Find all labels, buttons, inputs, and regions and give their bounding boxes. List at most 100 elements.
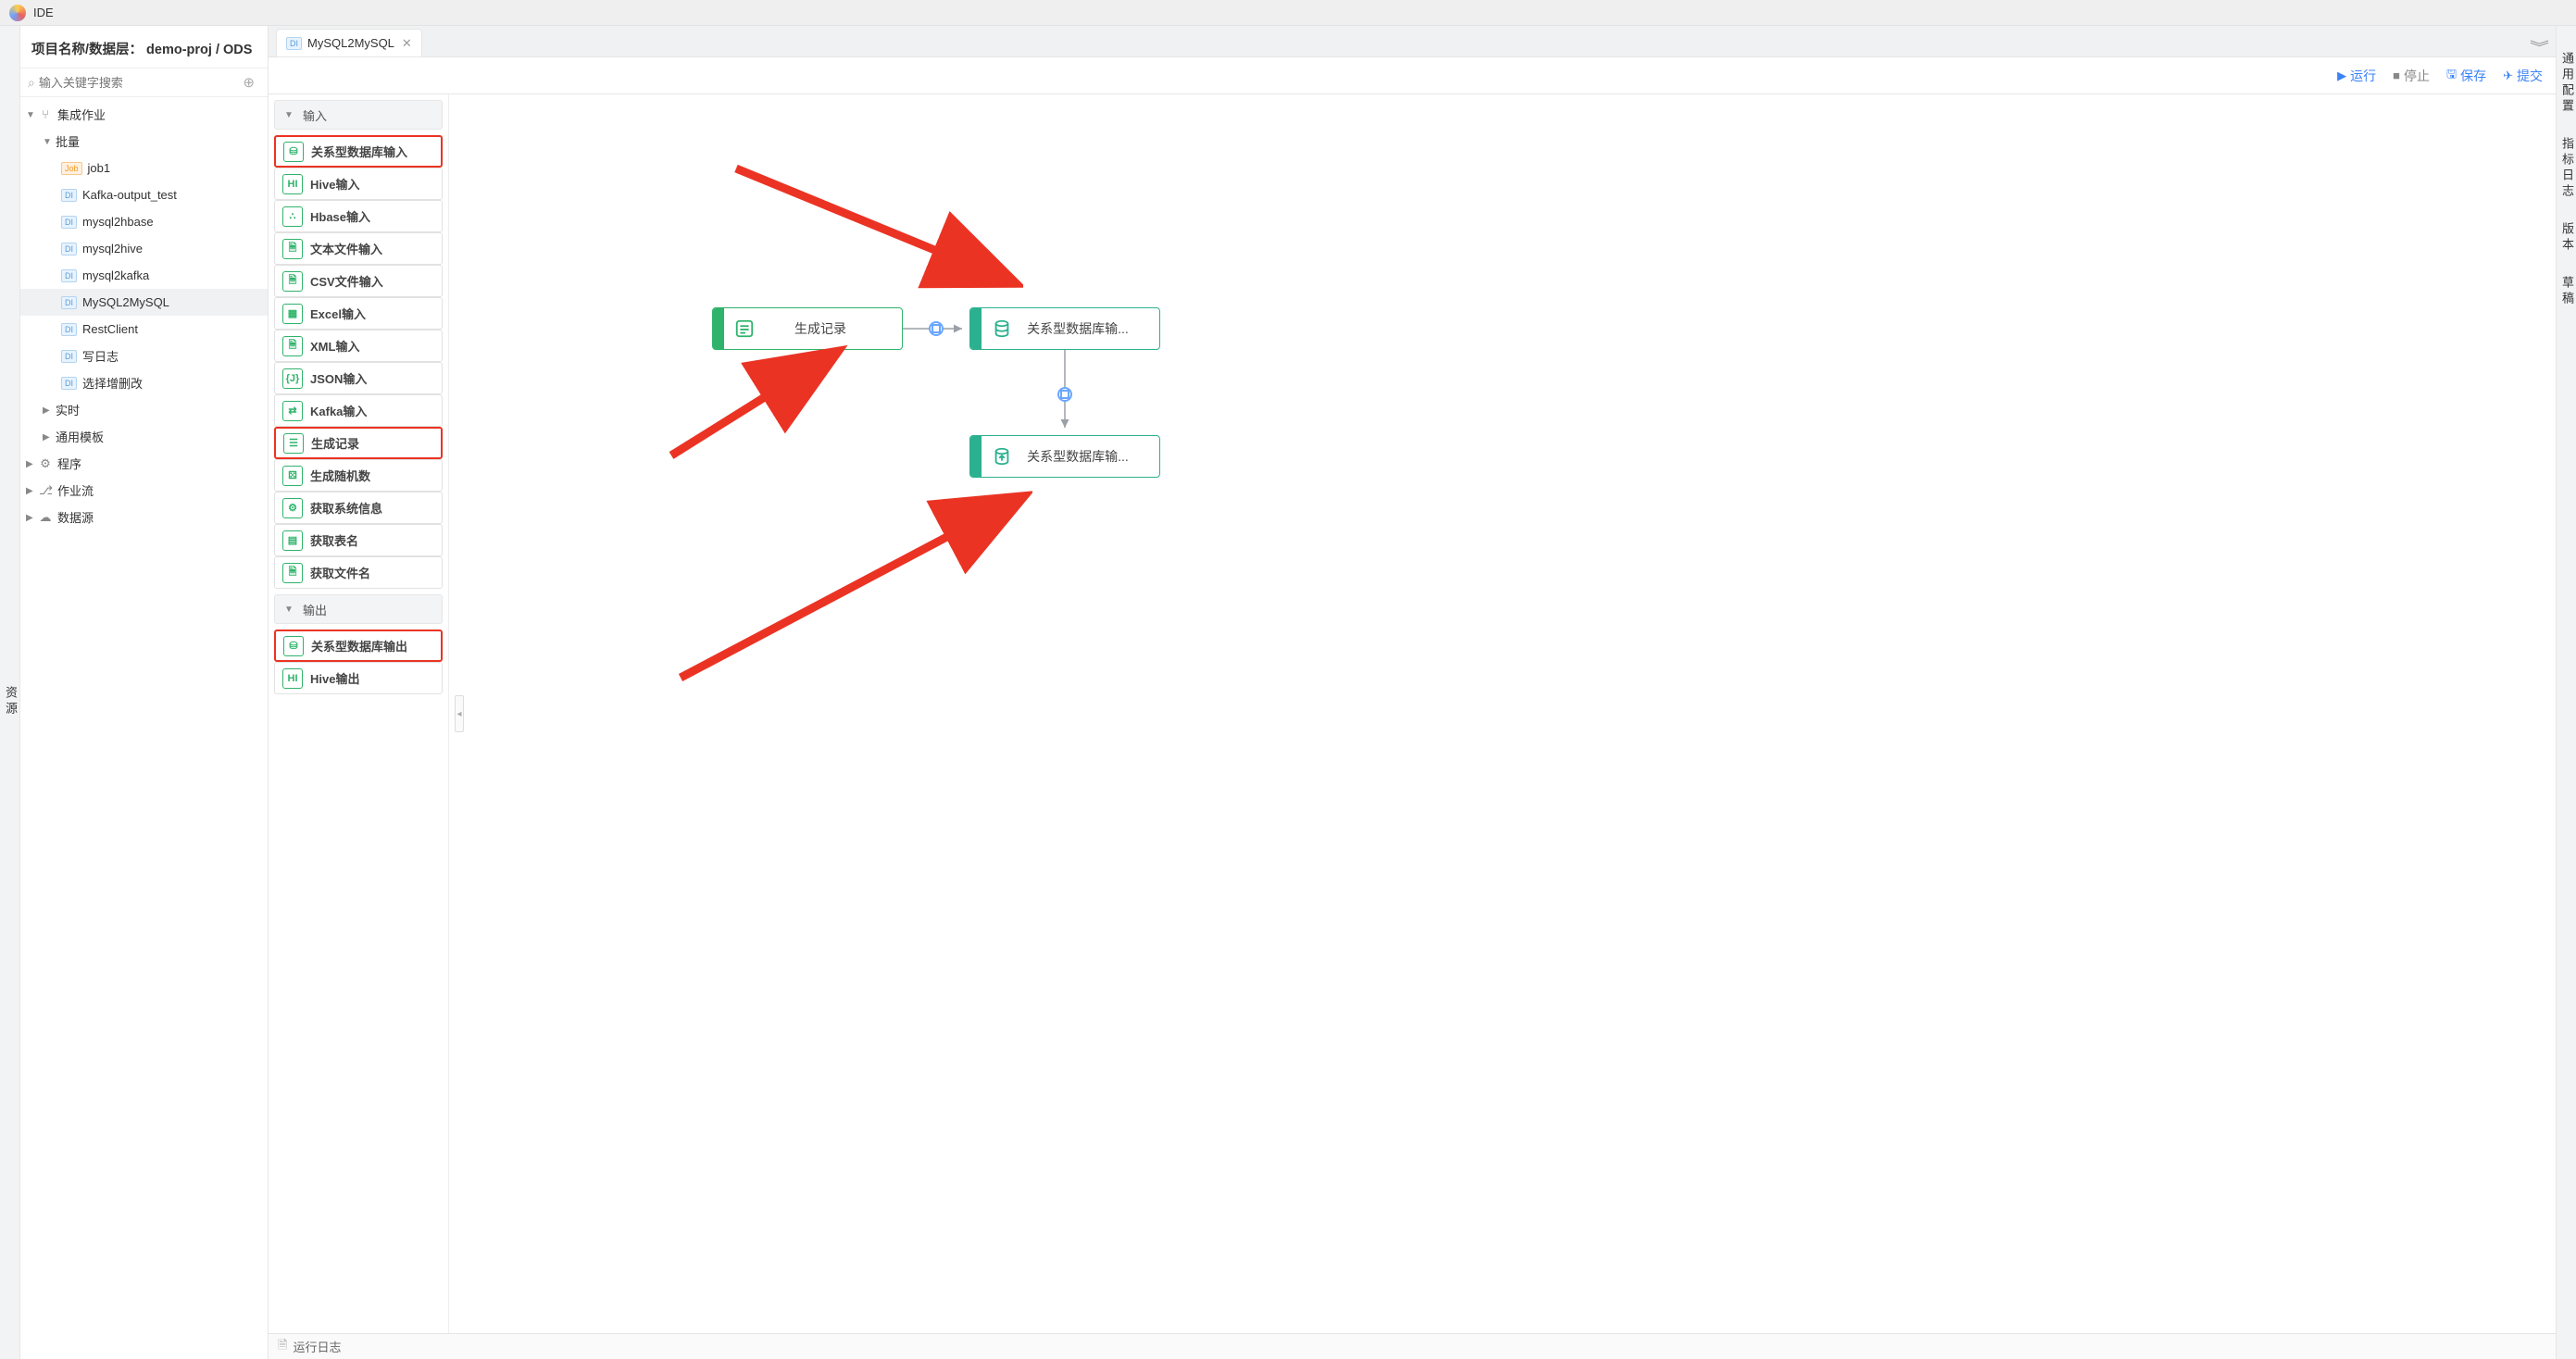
right-rail-item-label: 版本: [2560, 222, 2574, 254]
file-icon: 🗎: [282, 271, 303, 292]
palette-item-label: Hive输入: [310, 175, 359, 193]
tree-item-label: mysql2hbase: [82, 215, 154, 229]
annotation-arrow-3: [634, 446, 1032, 687]
submit-button[interactable]: ✈提交: [2503, 67, 2543, 85]
flow-node-generate-records[interactable]: 生成记录: [712, 307, 903, 350]
tree-item-restclient[interactable]: DIRestClient: [20, 316, 268, 343]
palette-item[interactable]: ▦Excel输入: [274, 297, 443, 330]
caret-down-icon: ▼: [284, 605, 294, 614]
tree-item-label: 写日志: [82, 347, 119, 365]
flow-icon: ⎇: [39, 483, 52, 498]
palette-collapse-handle[interactable]: ◂: [455, 695, 464, 732]
palette-group-output-label: 输出: [303, 601, 327, 618]
tree-item-mysql2hbase[interactable]: DI mysql2hbase: [20, 208, 268, 235]
tree-root-label: 集成作业: [57, 106, 106, 123]
bottom-bar-label: 运行日志: [293, 1338, 341, 1355]
palette-item[interactable]: ▤获取表名: [274, 524, 443, 556]
flow-node-db-output[interactable]: 关系型数据库输...: [969, 435, 1160, 478]
palette-item[interactable]: 🗎获取文件名: [274, 556, 443, 589]
search-row: ⌕ ⊕: [20, 69, 268, 97]
palette-item-label: XML输入: [310, 337, 359, 355]
badge-icon: DI: [61, 216, 77, 229]
tree-item-选择增删改[interactable]: DI选择增删改: [20, 369, 268, 396]
tree-item-写日志[interactable]: DI写日志: [20, 343, 268, 369]
left-rail-label: 资源: [4, 686, 18, 717]
tree-root-integration[interactable]: ▼ ⑂ 集成作业: [20, 101, 268, 128]
tree-group-realtime[interactable]: ▶ 实时: [20, 396, 268, 423]
hop-icon[interactable]: [929, 321, 944, 336]
palette-item-label: 获取文件名: [310, 564, 370, 581]
hop-icon[interactable]: [1057, 387, 1072, 402]
tree-item-mysql2kafka[interactable]: DImysql2kafka: [20, 262, 268, 289]
titlebar: IDE: [0, 0, 2576, 26]
right-rail-version[interactable]: 版本: [2557, 222, 2576, 254]
palette-item-label: 获取系统信息: [310, 499, 382, 517]
palette-item[interactable]: ⛁关系型数据库输入: [274, 135, 443, 168]
tree-item-label: mysql2hive: [82, 242, 143, 256]
right-rail-general-config[interactable]: 通用配置: [2557, 52, 2576, 115]
add-button[interactable]: ⊕: [237, 74, 260, 91]
database-up-icon: [985, 446, 1019, 467]
run-button[interactable]: ▶运行: [2337, 67, 2376, 85]
palette-item[interactable]: ☰生成记录: [274, 427, 443, 459]
caret-right-icon: ▶: [26, 513, 35, 522]
palette-group-input[interactable]: ▼ 输入: [274, 100, 443, 130]
canvas[interactable]: ◂ 生成记录: [449, 94, 2556, 1333]
search-input[interactable]: [39, 76, 238, 90]
tab-label: MySQL2MySQL: [307, 36, 394, 50]
tree-item-mysql2mysql[interactable]: DIMySQL2MySQL: [20, 289, 268, 316]
badge-icon: DI: [61, 269, 77, 282]
bottom-bar[interactable]: 🗎 运行日志: [269, 1333, 2556, 1359]
tree-item-mysql2hive[interactable]: DI mysql2hive: [20, 235, 268, 262]
palette-item[interactable]: 🗎文本文件输入: [274, 232, 443, 265]
HI-icon: HI: [282, 174, 303, 194]
node-label: 关系型数据库输...: [1019, 447, 1159, 466]
right-rail-draft[interactable]: 草稿: [2557, 276, 2576, 307]
tree-item-job1[interactable]: Jobjob1: [20, 155, 268, 181]
palette-item[interactable]: ⚙获取系统信息: [274, 492, 443, 524]
badge-icon: DI: [61, 189, 77, 202]
flow-icon: ⇄: [282, 401, 303, 421]
tab-mysql2mysql[interactable]: DI MySQL2MySQL ✕: [276, 29, 422, 56]
nav-cloud[interactable]: ▶☁数据源: [20, 504, 268, 530]
palette-item-label: 获取表名: [310, 531, 358, 549]
caret-right-icon: ▶: [26, 486, 35, 495]
sidebar: 项目名称/数据层： demo-proj / ODS ⌕ ⊕ ▼ ⑂ 集成作业 ▼…: [20, 26, 269, 1359]
tab-overflow-icon[interactable]: ︾: [2530, 37, 2549, 56]
right-rail: 通用配置 指标日志 版本 草稿: [2556, 26, 2576, 1359]
palette-item[interactable]: 🗎XML输入: [274, 330, 443, 362]
palette-item[interactable]: ⛁关系型数据库输出: [274, 630, 443, 662]
palette-item[interactable]: HI Hive输入: [274, 168, 443, 200]
tree-item-kafka-output_test[interactable]: DI Kafka-output_test: [20, 181, 268, 208]
tree-item-label: Kafka-output_test: [82, 188, 177, 202]
palette-item[interactable]: ⇄Kafka输入: [274, 394, 443, 427]
flow-node-db-input[interactable]: 关系型数据库输...: [969, 307, 1160, 350]
stop-icon: ■: [2393, 69, 2400, 82]
palette-item[interactable]: {J}JSON输入: [274, 362, 443, 394]
nav-gear[interactable]: ▶⚙程序: [20, 450, 268, 477]
palette-group-output[interactable]: ▼ 输出: [274, 594, 443, 624]
stop-button[interactable]: ■ 停止: [2393, 67, 2430, 85]
branch-icon: ⑂: [39, 107, 52, 121]
palette-item[interactable]: ⚄生成随机数: [274, 459, 443, 492]
note-icon: [728, 318, 761, 339]
close-icon[interactable]: ✕: [402, 36, 412, 51]
tree: ▼ ⑂ 集成作业 ▼ 批量 Jobjob1 DI Kafka-output_test…: [20, 97, 268, 1359]
tree-group-batch[interactable]: ▼ 批量: [20, 128, 268, 155]
app-logo-icon: [9, 5, 26, 21]
palette-item[interactable]: 🗎CSV文件输入: [274, 265, 443, 297]
nav-flow[interactable]: ▶ ⎇ 作业流: [20, 477, 268, 504]
stop-label: 停止: [2404, 67, 2430, 85]
tree-group-template[interactable]: ▶ 通用模板: [20, 423, 268, 450]
save-button[interactable]: 🖫保存: [2446, 66, 2486, 86]
palette-item-label: 生成记录: [311, 434, 359, 452]
palette-item[interactable]: ∴Hbase输入: [274, 200, 443, 232]
left-rail-resources[interactable]: 资源: [0, 26, 20, 1359]
badge-icon: DI: [61, 243, 77, 256]
nav-label: 作业流: [57, 481, 94, 499]
badge-icon: DI: [61, 296, 77, 309]
db-icon: ⛁: [283, 142, 304, 162]
cloud-icon: ☁: [39, 510, 52, 525]
right-rail-metric-log[interactable]: 指标日志: [2557, 137, 2576, 200]
palette-item[interactable]: HIHive输出: [274, 662, 443, 694]
